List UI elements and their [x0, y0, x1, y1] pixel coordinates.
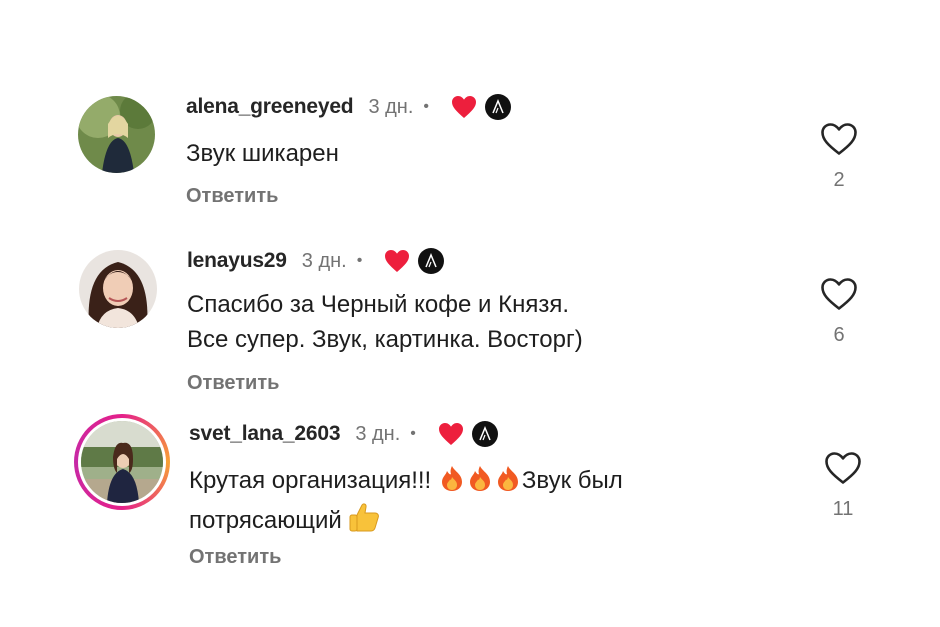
avatar[interactable]	[81, 421, 163, 503]
comment-text-line: Все супер. Звук, картинка. Восторг)	[187, 326, 583, 353]
comment-text: Крутая организация!!! Звук был потрясающ…	[189, 463, 623, 542]
brand-logo-icon	[418, 248, 445, 274]
thumbs-up-emoji	[348, 502, 380, 542]
separator: •	[423, 98, 429, 115]
comment-text-line: Спасибо за Черный кофе и Князя.	[187, 291, 569, 318]
heart-outline-icon[interactable]	[824, 451, 862, 485]
comment-text-segment: Крутая организация!!!	[189, 467, 438, 494]
separator: •	[356, 252, 363, 269]
comment-text: Спасибо за Черный кофе и Князя. Все супе…	[187, 287, 583, 357]
reply-button[interactable]: Ответить	[186, 185, 278, 208]
timestamp: 3 дн.	[301, 249, 347, 272]
red-heart-icon	[451, 95, 477, 119]
fire-emoji	[466, 464, 494, 502]
comment-text-line: Звук шикарен	[186, 140, 339, 167]
like-button[interactable]: 11	[823, 451, 863, 521]
separator: •	[410, 425, 416, 442]
comment-header: alena_greeneyed 3 дн. •	[186, 94, 511, 120]
fire-emoji	[438, 464, 466, 502]
brand-logo-icon	[485, 94, 511, 120]
comment-text: Звук шикарен	[186, 136, 339, 171]
comment-item: lenayus29 3 дн. • Спасибо за Черный кофе…	[0, 230, 940, 410]
brand-logo-icon	[471, 421, 498, 447]
username[interactable]: svet_lana_2603	[189, 422, 341, 446]
like-count: 6	[833, 324, 845, 346]
comment-header: lenayus29 3 дн. •	[187, 248, 445, 274]
comment-text-segment: потрясающий	[189, 507, 349, 534]
avatar[interactable]	[79, 250, 157, 328]
avatar[interactable]	[78, 96, 155, 173]
comment-item: alena_greeneyed 3 дн. • Звук шикарен Отв…	[0, 0, 940, 230]
heart-outline-icon[interactable]	[820, 277, 858, 311]
fire-emoji	[494, 464, 522, 502]
red-heart-icon	[384, 249, 410, 273]
reply-button[interactable]: Ответить	[189, 546, 281, 569]
timestamp: 3 дн.	[355, 422, 401, 445]
heart-outline-icon[interactable]	[820, 122, 858, 156]
like-button[interactable]: 2	[819, 122, 859, 192]
comment-text-line: Крутая организация!!! Звук был	[189, 463, 623, 502]
like-count: 2	[833, 169, 845, 191]
red-heart-icon	[438, 422, 464, 446]
username[interactable]: lenayus29	[187, 249, 287, 273]
comment-text-line: потрясающий	[189, 502, 623, 542]
like-count: 11	[832, 498, 854, 520]
comment-item: svet_lana_2603 3 дн. • Крутая организаци…	[0, 410, 940, 627]
timestamp: 3 дн.	[368, 95, 414, 118]
like-button[interactable]: 6	[819, 277, 859, 347]
comment-text-segment: Звук был	[521, 467, 623, 494]
comment-header: svet_lana_2603 3 дн. •	[189, 421, 498, 447]
username[interactable]: alena_greeneyed	[186, 95, 354, 119]
reply-button[interactable]: Ответить	[187, 372, 279, 395]
